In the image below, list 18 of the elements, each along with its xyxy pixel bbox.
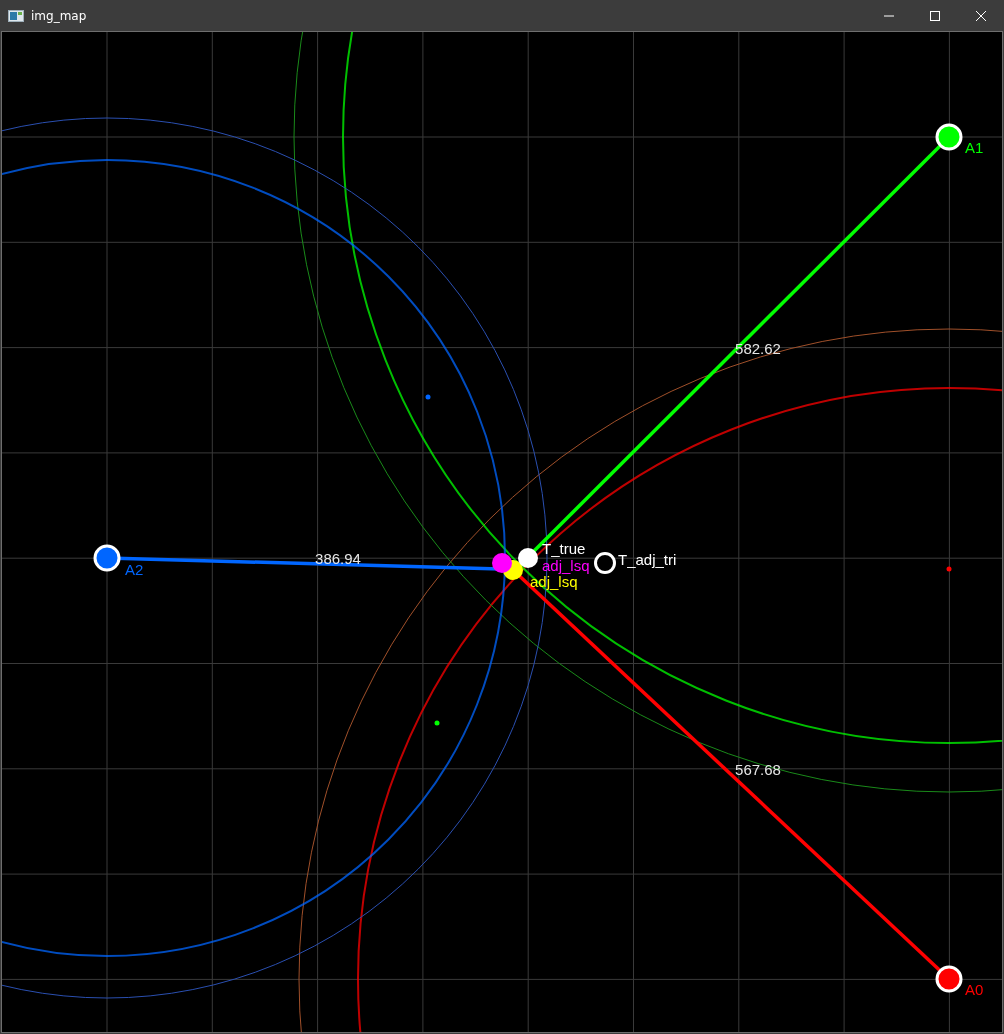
window-title: img_map	[31, 8, 88, 23]
anchor-estimate-dot	[425, 394, 431, 400]
maximize-icon	[930, 10, 940, 21]
distance-label: 386.94	[315, 550, 361, 567]
position-label: adj_lsq	[542, 557, 590, 574]
anchor-estimate-dot	[434, 720, 440, 726]
anchor-marker	[93, 544, 121, 572]
anchor-label: A1	[965, 139, 984, 156]
anchor-label: A0	[965, 981, 984, 998]
anchor-marker	[935, 965, 963, 993]
close-icon	[976, 10, 986, 21]
position-label: T_adj_tri	[618, 551, 677, 568]
anchor-label: A2	[125, 561, 144, 578]
position-label: T_true	[542, 540, 586, 557]
anchor-estimate-dot	[946, 566, 952, 572]
window-app-icon	[8, 9, 24, 22]
distance-label: 567.68	[735, 761, 781, 778]
anchor-marker	[935, 123, 963, 151]
